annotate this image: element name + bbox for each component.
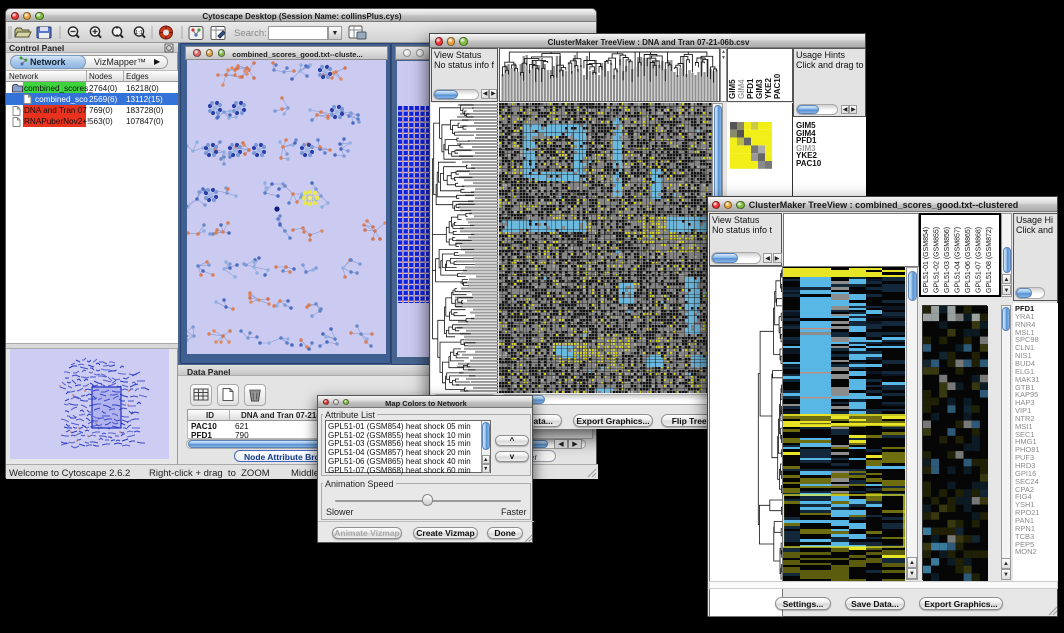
svg-text:GPL51-06 (GSM865): GPL51-06 (GSM865) (965, 227, 972, 293)
svg-text:PFD1: PFD1 (746, 78, 755, 99)
svg-text:GIM5: GIM5 (728, 79, 737, 99)
svg-text:PAC10: PAC10 (773, 73, 782, 99)
svg-text:GIM3: GIM3 (755, 79, 764, 99)
svg-text:1:1: 1:1 (135, 30, 143, 36)
svg-text:GPL51-02 (GSM855): GPL51-02 (GSM855) (934, 227, 941, 293)
svg-text:GIM4: GIM4 (737, 79, 746, 99)
svg-text:GPL51-08 (GSM872): GPL51-08 (GSM872) (986, 227, 993, 293)
svg-text:GPL51-04 (GSM857): GPL51-04 (GSM857) (955, 227, 962, 293)
svg-text:GPL51-03 (GSM856): GPL51-03 (GSM856) (944, 227, 951, 293)
svg-text:GPL51-01 (GSM854): GPL51-01 (GSM854) (923, 227, 930, 293)
svg-text:GPL51-07 (GSM868): GPL51-07 (GSM868) (976, 227, 983, 293)
svg-text:YKE2: YKE2 (764, 78, 773, 99)
